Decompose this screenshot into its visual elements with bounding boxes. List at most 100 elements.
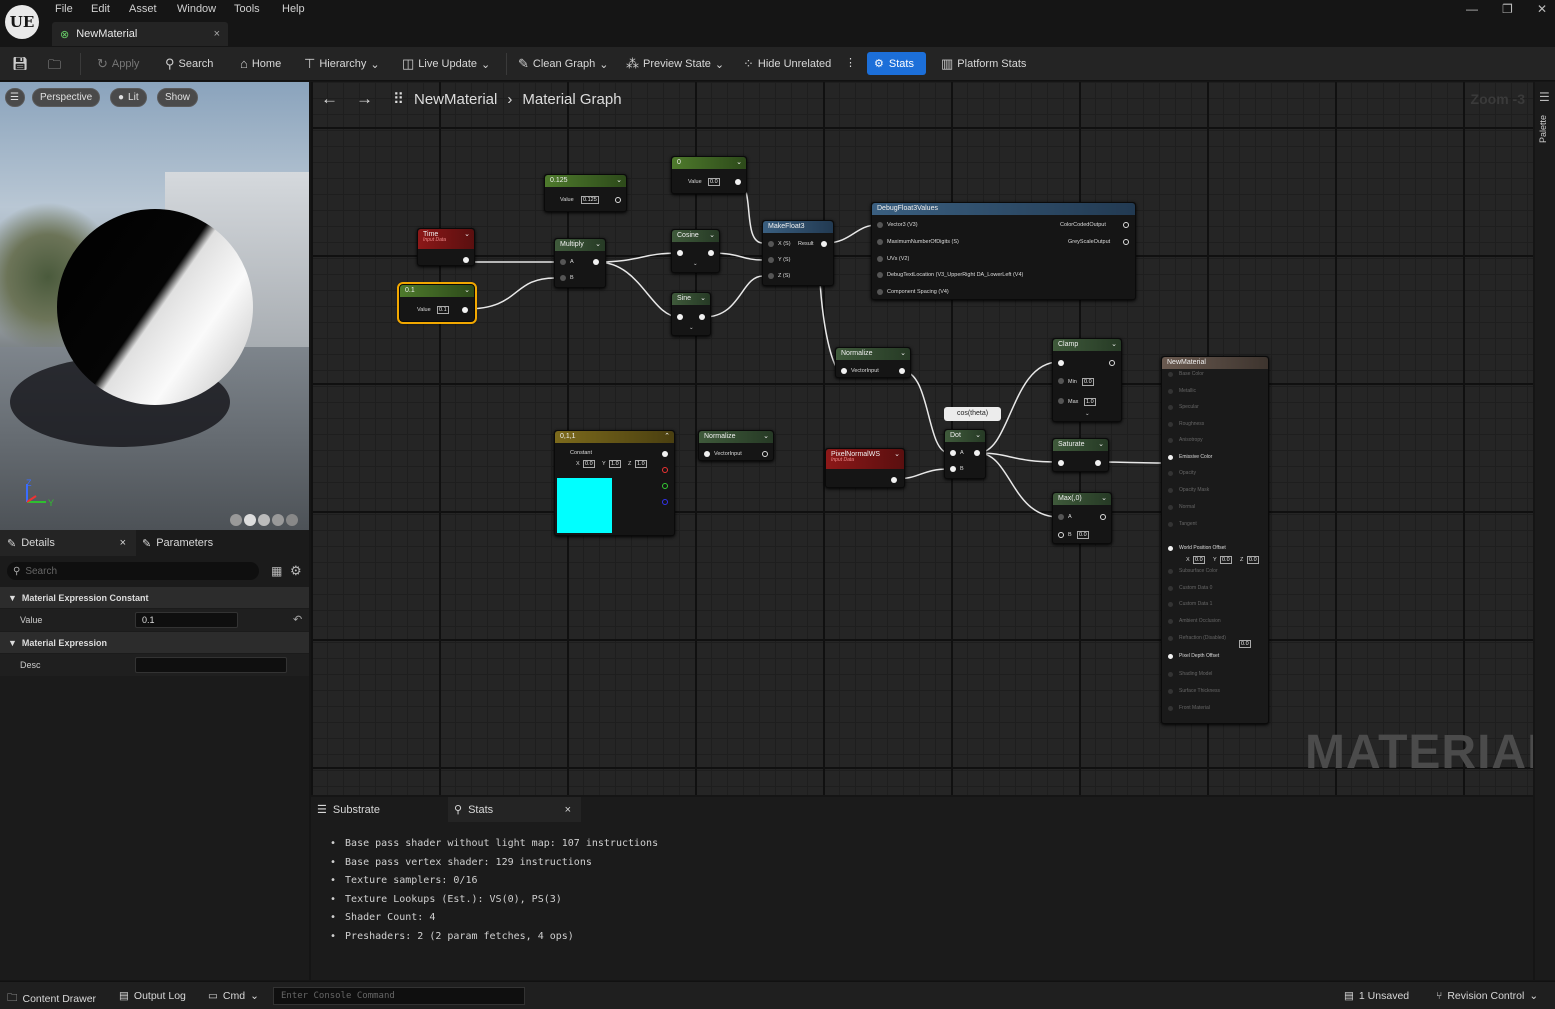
output-pin[interactable] <box>1109 360 1115 366</box>
stats-button[interactable]: ⚙ Stats <box>867 52 926 75</box>
browse-icon[interactable]: 🗀︎ <box>48 56 61 78</box>
material-graph-canvas[interactable]: ← → ⠿ NewMaterial › Material Graph Zoom … <box>311 82 1533 795</box>
wpo-x-field[interactable]: 0.0 <box>1193 556 1205 564</box>
node-clamp[interactable]: Clamp ⌄ Min 0.0 Max 1.0 ⌄ <box>1052 338 1122 422</box>
output-pin[interactable] <box>821 241 827 247</box>
output-pin-r[interactable] <box>662 467 668 473</box>
input-pin[interactable] <box>1168 546 1173 551</box>
minimize-icon[interactable]: — <box>1466 2 1478 16</box>
node-value-field[interactable]: 0.125 <box>581 196 599 204</box>
node-result-newmaterial[interactable]: NewMaterial Base Color Metallic Specular Ro… <box>1161 356 1269 724</box>
input-pin-a[interactable] <box>1058 514 1064 520</box>
input-pin[interactable] <box>1168 422 1173 427</box>
output-pin[interactable] <box>1095 460 1101 466</box>
input-pin[interactable] <box>877 256 883 262</box>
save-icon[interactable]: 💾︎ <box>12 56 29 72</box>
output-pin[interactable] <box>708 250 714 256</box>
node-pixelnormalws[interactable]: PixelNormalWS ⌄ Input Data <box>825 448 905 488</box>
unreal-logo[interactable]: UE <box>5 5 39 39</box>
node-value-field[interactable]: 0.0 <box>708 178 720 186</box>
output-pin[interactable] <box>615 197 621 203</box>
input-pin[interactable] <box>677 314 683 320</box>
node-constant-0125[interactable]: 0.125 ⌄ Value 0.125 <box>544 174 627 212</box>
document-tab[interactable]: ⊗ NewMaterial × <box>52 22 228 46</box>
input-pin[interactable] <box>877 289 883 295</box>
input-pin[interactable] <box>1168 654 1173 659</box>
grid-view-icon[interactable]: ▦ <box>271 564 282 578</box>
home-button[interactable]: ⌂ Home <box>240 56 281 71</box>
node-multiply[interactable]: Multiply ⌄ A B <box>554 238 606 288</box>
expand-chevron-icon[interactable]: ⌄ <box>1085 411 1090 417</box>
menu-window[interactable]: Window <box>177 3 216 15</box>
input-pin[interactable] <box>704 451 710 457</box>
live-update-button[interactable]: ◫ Live Update ⌄ <box>402 56 490 72</box>
console-command-input[interactable]: Enter Console Command <box>273 987 525 1005</box>
lit-button[interactable]: ● Lit <box>110 88 147 107</box>
input-pin[interactable] <box>1168 586 1173 591</box>
y-field[interactable]: 1.0 <box>609 460 621 468</box>
node-saturate[interactable]: Saturate ⌄ <box>1052 438 1109 472</box>
input-pin[interactable] <box>1168 602 1173 607</box>
node-normalize-2[interactable]: Normalize ⌄ VectorInput <box>698 430 774 461</box>
perspective-button[interactable]: Perspective <box>32 88 101 107</box>
node-value-field[interactable]: 0.1 <box>437 306 449 314</box>
output-pin[interactable] <box>974 450 980 456</box>
input-pin[interactable] <box>1058 460 1064 466</box>
menu-tools[interactable]: Tools <box>234 3 260 15</box>
desc-field[interactable] <box>135 657 287 673</box>
show-button[interactable]: Show <box>157 88 199 107</box>
input-pin[interactable] <box>677 250 683 256</box>
comment-bubble[interactable]: cos(theta) <box>944 407 1001 421</box>
output-pin[interactable] <box>593 259 599 265</box>
input-pin[interactable] <box>1168 505 1173 510</box>
input-pin-min[interactable] <box>1058 378 1064 384</box>
output-pin[interactable] <box>762 451 768 457</box>
node-sine[interactable]: Sine ⌄ ⌄ <box>671 292 711 336</box>
cmd-dropdown[interactable]: ▭ Cmd ⌄ <box>208 990 259 1002</box>
input-pin-a[interactable] <box>950 450 956 456</box>
unsaved-button[interactable]: ▤ 1 Unsaved <box>1344 990 1409 1002</box>
output-pin[interactable] <box>735 179 741 185</box>
hide-unrelated-button[interactable]: ⁘ Hide Unrelated <box>743 56 831 72</box>
output-pin-rgb[interactable] <box>662 451 668 457</box>
menu-edit[interactable]: Edit <box>91 3 110 15</box>
palette-menu-icon[interactable]: ☰ <box>1539 90 1550 104</box>
input-pin[interactable] <box>1168 389 1173 394</box>
node-max[interactable]: Max(,0) ⌄ A B 0.0 <box>1052 492 1112 544</box>
input-pin-b[interactable] <box>1058 532 1064 538</box>
min-field[interactable]: 0.0 <box>1082 378 1094 386</box>
platform-stats-button[interactable]: ▥ Platform Stats <box>941 56 1026 72</box>
input-pin[interactable] <box>1168 569 1173 574</box>
input-pin[interactable] <box>1168 471 1173 476</box>
input-pin-a[interactable] <box>560 259 566 265</box>
input-pin[interactable] <box>1168 619 1173 624</box>
menu-help[interactable]: Help <box>282 3 305 15</box>
input-pin[interactable] <box>1168 522 1173 527</box>
output-pin[interactable] <box>1123 239 1129 245</box>
output-pin-g[interactable] <box>662 483 668 489</box>
details-search-input[interactable]: ⚲ Search <box>7 562 259 580</box>
input-pin[interactable] <box>1168 636 1173 641</box>
output-log-button[interactable]: ▤ Output Log <box>119 990 186 1002</box>
node-makefloat3[interactable]: MakeFloat3 X (S) Result Y (S) Z (S) <box>762 220 834 286</box>
input-pin[interactable] <box>1168 455 1173 460</box>
preview-shape-buttons[interactable] <box>230 514 306 526</box>
tab-details[interactable]: ✎ Details × <box>0 530 136 556</box>
tab-stats[interactable]: ⚲ Stats × <box>448 797 581 822</box>
content-drawer-button[interactable]: 🗀︎ Content Drawer <box>7 990 96 1008</box>
node-cosine[interactable]: Cosine ⌄ ⌄ <box>671 229 720 273</box>
output-pin[interactable] <box>899 368 905 374</box>
node-dot[interactable]: Dot ⌄ A B <box>944 429 986 479</box>
more-options-icon[interactable]: ⋮ <box>845 56 856 69</box>
max-field[interactable]: 1.0 <box>1084 398 1096 406</box>
preview-state-button[interactable]: ⁂ Preview State ⌄ <box>626 56 724 72</box>
b-field[interactable]: 0.0 <box>1077 531 1089 539</box>
input-pin[interactable] <box>877 272 883 278</box>
maximize-icon[interactable]: ❐ <box>1502 2 1513 16</box>
input-pin[interactable] <box>1168 689 1173 694</box>
input-pin[interactable] <box>877 239 883 245</box>
category-material-expression-constant[interactable]: ▼ Material Expression Constant <box>0 587 309 608</box>
value-field[interactable]: 0.1 <box>135 612 238 628</box>
output-pin[interactable] <box>1123 222 1129 228</box>
node-time[interactable]: Time ⌄ Input Data <box>417 228 475 266</box>
